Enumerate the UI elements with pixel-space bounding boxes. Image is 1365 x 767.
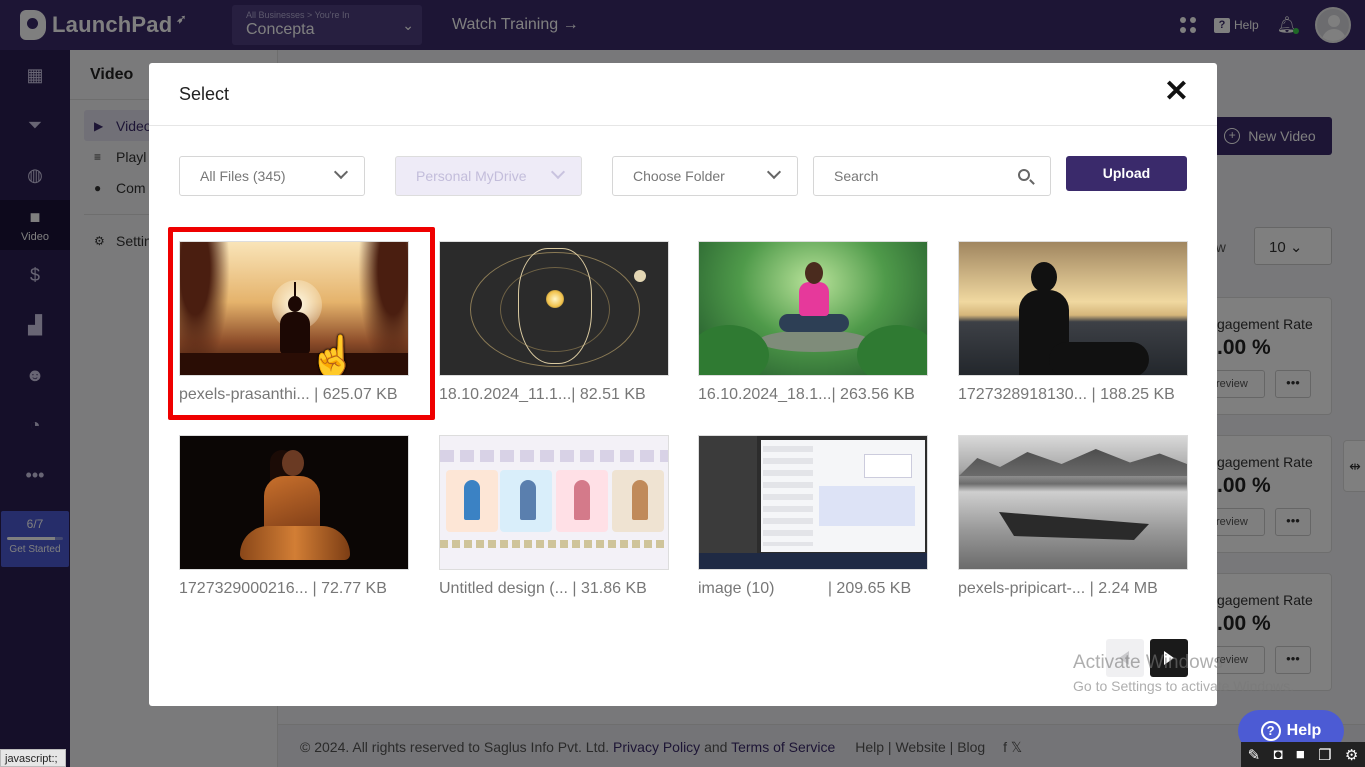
file-thumbnail[interactable] [179,435,409,570]
file-tile[interactable]: ☝ pexels-prasanthi... | 625.07 KB [168,227,435,420]
folder-dropdown[interactable]: Choose Folder [612,156,798,196]
select-file-modal: Select ✕ All Files (345) Personal MyDriv… [149,63,1217,706]
search-icon[interactable] [1018,169,1030,181]
status-bar-url: javascript:; [0,749,66,767]
file-thumbnail[interactable]: ☝ [179,241,409,376]
filter-bar: All Files (345) Personal MyDrive Choose … [179,156,1187,196]
file-tile[interactable]: pexels-pripicart-... | 2.24 MB [958,435,1188,598]
hand-pointer-cursor-icon: ☝ [308,335,358,376]
file-thumbnail[interactable] [439,435,669,570]
file-thumbnail[interactable] [698,241,928,376]
upload-button[interactable]: Upload [1066,156,1187,191]
file-caption: 16.10.2024_18.1...| 263.56 KB [698,386,915,403]
file-caption: 18.10.2024_11.1...| 82.51 KB [439,386,646,403]
file-tile[interactable]: image (10) | 209.65 KB [698,435,928,598]
windows-activation-watermark: Activate Windows Go to Settings to activ… [1073,652,1294,694]
settings-icon[interactable]: ⚙ [1345,746,1358,764]
drive-dropdown: Personal MyDrive [395,156,582,196]
file-tile[interactable]: 18.10.2024_11.1...| 82.51 KB [439,241,669,404]
file-tile[interactable]: 1727328918130... | 188.25 KB [958,241,1188,404]
modal-title: Select [179,84,230,104]
chevron-down-icon [550,164,566,180]
pin-icon[interactable]: ✎ [1248,746,1261,764]
watermark-line-1: Activate Windows [1073,652,1223,673]
file-caption: pexels-pripicart-... | 2.24 MB [958,580,1158,597]
file-caption: pexels-prasanthi... | 625.07 KB [179,386,398,403]
file-caption: 1727329000216... | 72.77 KB [179,580,387,597]
help-fab-label: Help [1286,722,1322,739]
file-caption: 1727328918130... | 188.25 KB [958,386,1175,403]
all-files-dropdown[interactable]: All Files (345) [179,156,365,196]
screens-icon[interactable]: ❐ [1318,746,1331,764]
chevron-down-icon [333,164,349,180]
folder-value: Choose Folder [633,168,725,184]
video-record-icon[interactable]: ■ [1296,746,1305,763]
file-thumbnail[interactable] [439,241,669,376]
screen-recorder-tray: ✎ ◘ ■ ❐ ⚙ [1241,742,1365,767]
all-files-value: All Files (345) [200,168,286,184]
modal-header: Select ✕ [149,63,1217,126]
file-tile[interactable]: 16.10.2024_18.1...| 263.56 KB [698,241,928,404]
file-caption: image (10) | 209.65 KB [698,580,912,597]
search-placeholder: Search [834,168,879,184]
file-thumbnail[interactable] [958,435,1188,570]
watermark-line-2: Go to Settings to activate Windows. [1073,678,1294,694]
file-thumbnail[interactable] [958,241,1188,376]
camera-icon[interactable]: ◘ [1273,746,1282,763]
drive-value: Personal MyDrive [416,168,527,184]
file-caption: Untitled design (... | 31.86 KB [439,580,647,597]
search-input[interactable]: Search [813,156,1051,196]
file-tile[interactable]: 1727329000216... | 72.77 KB [179,435,409,598]
file-tile[interactable]: Untitled design (... | 31.86 KB [439,435,669,598]
help-circle-icon: ? [1260,721,1281,741]
close-icon[interactable]: ✕ [1164,77,1189,107]
file-thumbnail[interactable] [698,435,928,570]
chevron-down-icon [766,164,782,180]
